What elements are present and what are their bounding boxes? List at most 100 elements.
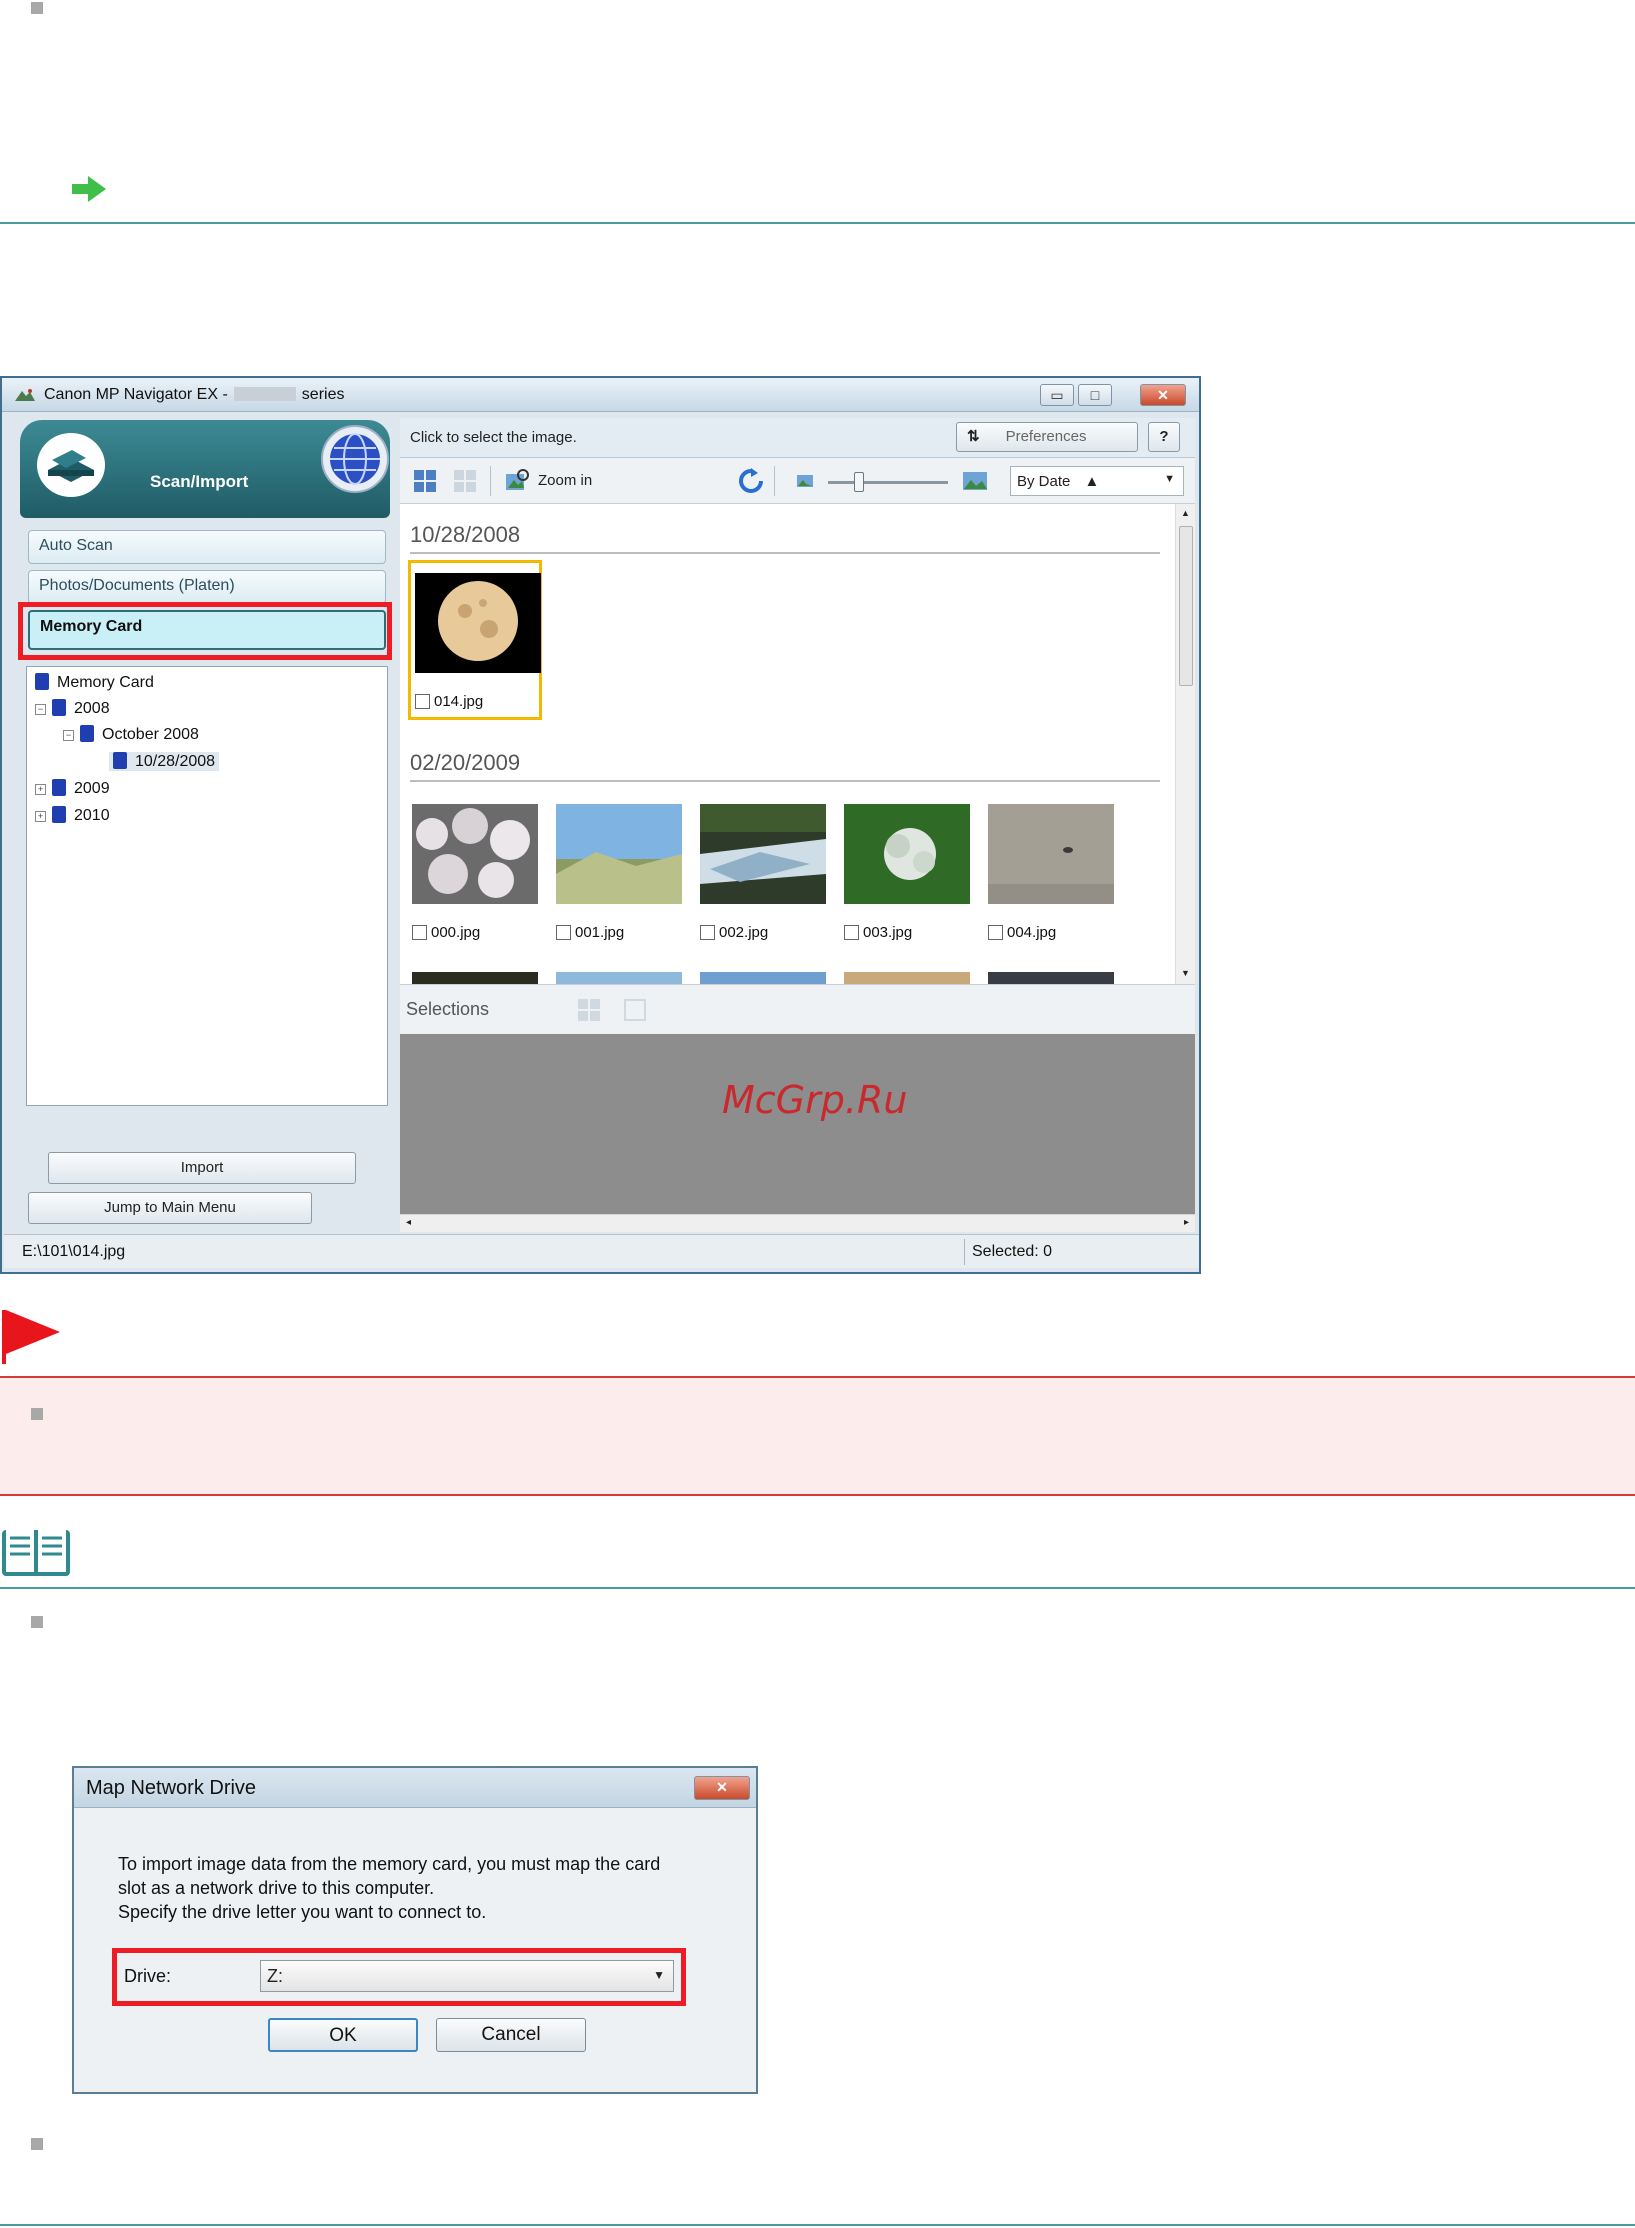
drive-label: Drive:: [124, 1966, 172, 1986]
watermark-text: McGrp.Ru: [722, 1078, 908, 1122]
bullet-marker: [31, 2138, 43, 2150]
tree-item-10-28-2008[interactable]: 10/28/2008: [109, 752, 220, 771]
scroll-up-icon[interactable]: ▲: [1181, 508, 1190, 518]
folder-icon: [52, 779, 66, 796]
tree-item-2008[interactable]: −2008: [35, 699, 110, 718]
import-button[interactable]: Import: [48, 1152, 356, 1184]
thumbnail-item[interactable]: 001.jpg: [552, 794, 686, 954]
preferences-button[interactable]: ⇅ Preferences: [956, 422, 1138, 452]
zoom-in-label[interactable]: Zoom in: [538, 472, 592, 489]
close-button[interactable]: ✕: [1140, 384, 1186, 406]
folder-tree: Memory Card −2008 − October 2008 10/28/20…: [26, 666, 388, 1106]
scroll-down-icon[interactable]: ▼: [1181, 968, 1190, 978]
dialog-close-button[interactable]: ✕: [694, 1776, 750, 1800]
date-group-header: 10/28/2008: [410, 522, 521, 547]
selections-bar: Selections: [400, 984, 1195, 1034]
chevron-down-icon: ▼: [1164, 473, 1175, 485]
auto-scan-button[interactable]: Auto Scan: [28, 530, 386, 564]
thumbnail-item[interactable]: 000.jpg: [408, 794, 542, 954]
thumbnail-item[interactable]: 014.jpg: [408, 560, 542, 720]
globe-icon[interactable]: [320, 424, 390, 494]
zoom-in-icon[interactable]: [504, 468, 530, 494]
thumbnail-row-partial: [412, 972, 1132, 984]
photo-hillside: [556, 804, 682, 904]
thumbnail-item[interactable]: 003.jpg: [840, 794, 974, 954]
collapse-icon[interactable]: −: [35, 704, 46, 715]
bottom-divider: [0, 2224, 1635, 2226]
thumbnail-caption: 001.jpg: [556, 924, 624, 941]
photo-beach: [988, 804, 1114, 904]
thumbnail-caption: 002.jpg: [700, 924, 768, 941]
refresh-icon[interactable]: [738, 468, 764, 494]
folder-icon: [113, 752, 127, 769]
note-divider: [0, 1587, 1635, 1589]
sort-dropdown[interactable]: By Date ▲ ▼: [1010, 466, 1184, 496]
caution-box: [0, 1378, 1635, 1494]
drive-select-value: Z:: [267, 1966, 283, 1986]
deselect-all-icon[interactable]: [452, 468, 478, 494]
large-thumbnail-icon[interactable]: [962, 468, 988, 494]
viewer-toolbar: Zoom in By Date ▲ ▼: [400, 458, 1195, 504]
collapse-icon[interactable]: −: [63, 730, 74, 741]
select-checkbox[interactable]: [412, 925, 427, 940]
date-group-divider: [410, 780, 1160, 782]
toolbar-separator: [490, 466, 491, 496]
ok-button[interactable]: OK: [268, 2018, 418, 2052]
dialog-title: Map Network Drive: [86, 1777, 257, 1799]
drive-select[interactable]: Z: ▼: [260, 1960, 674, 1992]
thumbnail-caption: 003.jpg: [844, 924, 912, 941]
app-icon: [15, 389, 35, 401]
folder-icon: [52, 699, 66, 716]
folder-icon: [35, 673, 49, 690]
selections-grid-icon[interactable]: [576, 997, 602, 1023]
scan-import-label: Scan/Import: [150, 472, 249, 491]
selections-single-icon[interactable]: [622, 997, 648, 1023]
status-divider: [964, 1239, 965, 1265]
photo-blossoms: [412, 804, 538, 904]
tree-item-2009[interactable]: +2009: [35, 779, 110, 798]
thumbnail-item[interactable]: 004.jpg: [984, 794, 1118, 954]
expand-icon[interactable]: +: [35, 811, 46, 822]
window-titlebar: Canon MP Navigator EX - series ▭ □ ✕: [2, 378, 1199, 412]
status-path: E:\101\014.jpg: [22, 1243, 126, 1260]
select-checkbox[interactable]: [988, 925, 1003, 940]
window-title: Canon MP Navigator EX - series: [44, 386, 345, 403]
slider-thumb[interactable]: [854, 472, 864, 492]
folder-icon: [80, 725, 94, 742]
toolbar-separator: [774, 466, 775, 496]
thumbnail-caption: 004.jpg: [988, 924, 1056, 941]
help-button[interactable]: ?: [1148, 422, 1180, 452]
date-group-divider: [410, 552, 1160, 554]
scroll-right-icon[interactable]: ▸: [1184, 1217, 1189, 1228]
thumbnail-size-slider[interactable]: [828, 472, 948, 492]
horizontal-scrollbar[interactable]: ◂ ▸: [400, 1214, 1195, 1232]
small-thumbnail-icon[interactable]: [796, 472, 814, 490]
arrow-right-icon: [72, 176, 106, 202]
thumbnail-caption: 000.jpg: [412, 924, 480, 941]
select-checkbox[interactable]: [700, 925, 715, 940]
dialog-message-line3: Specify the drive letter you want to con…: [118, 1902, 487, 1922]
instruction-bar: Click to select the image. ⇅ Preferences …: [400, 418, 1195, 458]
scroll-left-icon[interactable]: ◂: [406, 1217, 411, 1228]
scan-import-header[interactable]: Scan/Import: [20, 420, 390, 518]
vertical-scrollbar[interactable]: ▲ ▼: [1175, 504, 1195, 984]
selections-label: Selections: [406, 999, 490, 1019]
cancel-button[interactable]: Cancel: [436, 2018, 586, 2052]
photo-moon: [415, 573, 541, 673]
select-checkbox[interactable]: [844, 925, 859, 940]
minimize-button[interactable]: ▭: [1040, 384, 1074, 406]
tree-item-october-2008[interactable]: − October 2008: [63, 725, 199, 744]
select-checkbox[interactable]: [556, 925, 571, 940]
tree-item-memory-card[interactable]: Memory Card: [35, 673, 154, 692]
select-all-icon[interactable]: [412, 468, 438, 494]
scroll-thumb[interactable]: [1179, 526, 1193, 686]
sort-arrows-icon: ⇅: [967, 428, 980, 445]
thumbnail-caption: 014.jpg: [415, 693, 483, 710]
thumbnail-item[interactable]: 002.jpg: [696, 794, 830, 954]
expand-icon[interactable]: +: [35, 784, 46, 795]
photos-documents-button[interactable]: Photos/Documents (Platen): [28, 570, 386, 604]
maximize-button[interactable]: □: [1078, 384, 1112, 406]
jump-to-main-menu-button[interactable]: Jump to Main Menu: [28, 1192, 312, 1224]
select-checkbox[interactable]: [415, 694, 430, 709]
tree-item-2010[interactable]: +2010: [35, 806, 110, 825]
